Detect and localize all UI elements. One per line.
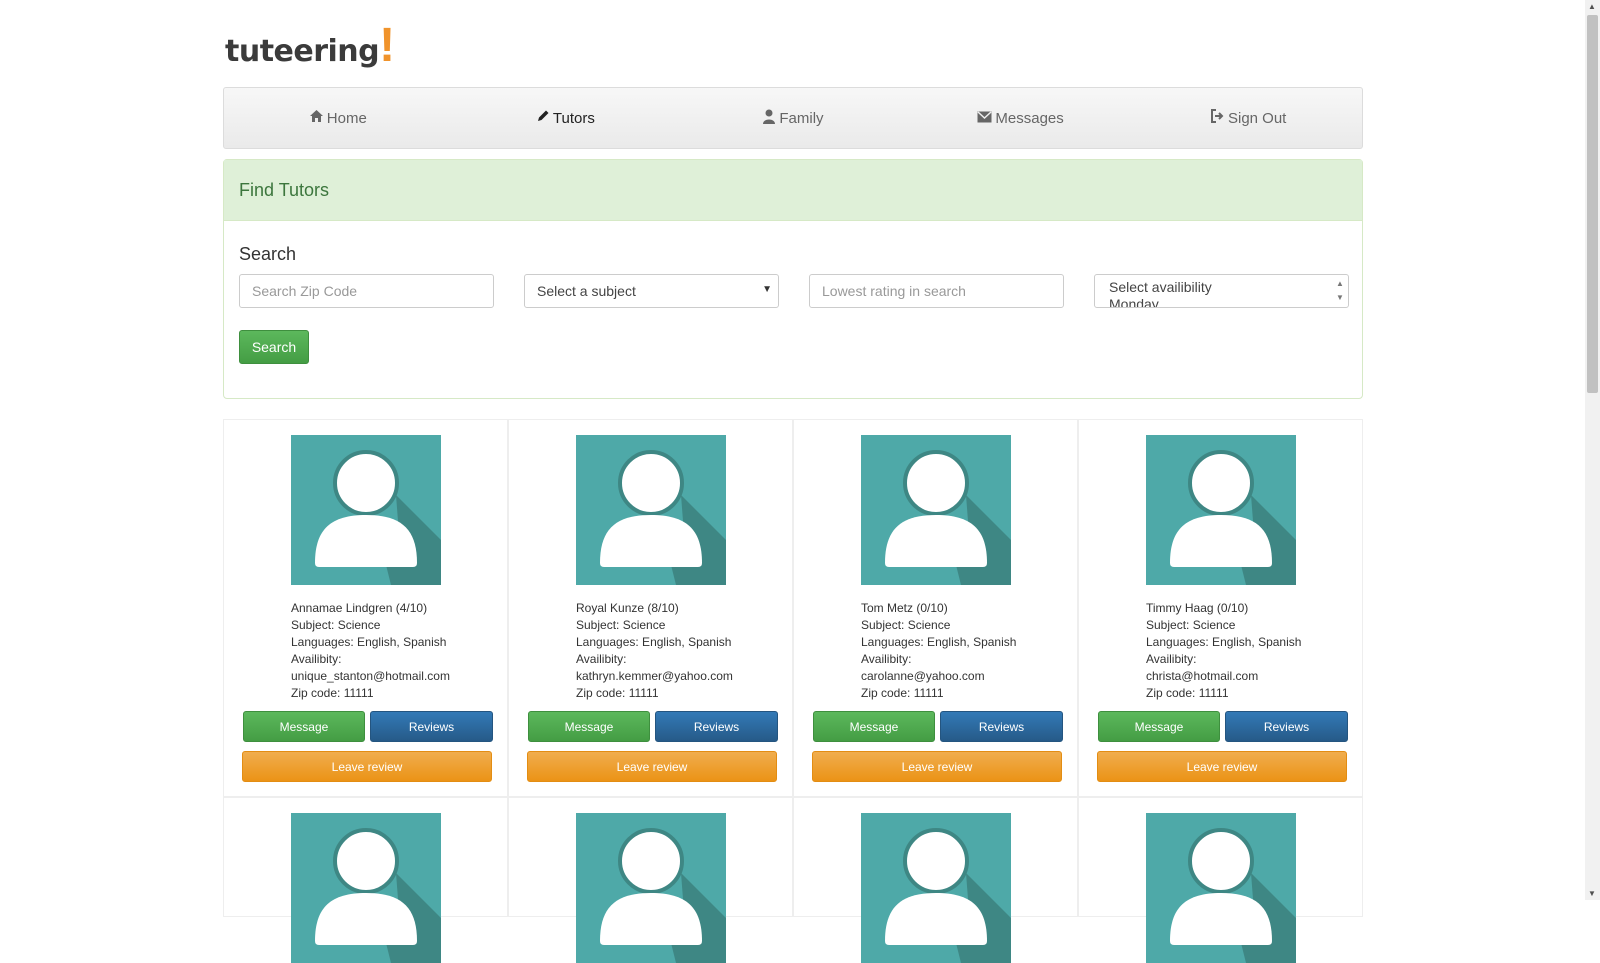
tutor-info: Annamae Lindgren (4/10) Subject: Science… (291, 600, 450, 702)
nav-sign-out[interactable]: Sign Out (1134, 88, 1362, 148)
tutor-languages: Languages: English, Spanish (1146, 635, 1302, 649)
avatar (1146, 813, 1296, 963)
tutor-email: unique_stanton@hotmail.com (291, 669, 450, 683)
logo[interactable]: tuteering! (225, 22, 395, 74)
subject-select-value: Select a subject (537, 283, 636, 299)
sign-out-icon (1210, 109, 1228, 127)
tutor-subject: Subject: Science (576, 618, 666, 632)
reviews-button[interactable]: Reviews (940, 711, 1063, 742)
leave-review-button[interactable]: Leave review (1097, 751, 1347, 782)
logo-mark: ! (379, 19, 396, 72)
vertical-scrollbar[interactable]: ▲ ▼ (1585, 0, 1600, 900)
rating-input[interactable]: Lowest rating in search (809, 274, 1064, 308)
envelope-icon (977, 110, 995, 127)
tutor-availability: Availibity: (1146, 652, 1197, 666)
reviews-button[interactable]: Reviews (655, 711, 778, 742)
subject-select[interactable]: Select a subject ▼ (524, 274, 779, 308)
tutor-name: Timmy Haag (0/10) (1146, 601, 1249, 615)
leave-review-button[interactable]: Leave review (527, 751, 777, 782)
navbar: Home Tutors Family Messages Sign Out (223, 87, 1363, 149)
home-icon (309, 109, 327, 127)
search-heading: Search (239, 244, 297, 264)
message-button[interactable]: Message (528, 711, 650, 742)
availability-option[interactable]: Monday (1109, 296, 1334, 307)
tutor-availability: Availibity: (861, 652, 912, 666)
search-button[interactable]: Search (239, 330, 309, 364)
tutor-zip: Zip code: 11111 (861, 686, 944, 700)
tutor-email: carolanne@yahoo.com (861, 669, 985, 683)
tutor-card (1078, 797, 1363, 963)
zip-code-input[interactable]: Search Zip Code (239, 274, 494, 308)
leave-review-button[interactable]: Leave review (242, 751, 492, 782)
tutor-zip: Zip code: 11111 (1146, 686, 1229, 700)
tutor-card (793, 797, 1078, 963)
tutor-name: Annamae Lindgren (4/10) (291, 601, 428, 615)
avatar (1146, 435, 1296, 585)
scroll-up-icon[interactable]: ▲ (1588, 2, 1596, 11)
avatar (291, 435, 441, 585)
tutor-grid: Annamae Lindgren (4/10) Subject: Science… (223, 419, 1363, 963)
tutor-subject: Subject: Science (291, 618, 381, 632)
message-button[interactable]: Message (1098, 711, 1220, 742)
tutor-card: Royal Kunze (8/10) Subject: Science Lang… (508, 419, 793, 797)
nav-tutors-label: Tutors (552, 109, 595, 127)
availability-option[interactable]: Select availibility (1109, 279, 1334, 296)
tutor-card: Annamae Lindgren (4/10) Subject: Science… (223, 419, 508, 797)
reviews-button[interactable]: Reviews (1225, 711, 1348, 742)
user-icon (762, 109, 779, 128)
message-button[interactable]: Message (813, 711, 935, 742)
tutor-languages: Languages: English, Spanish (576, 635, 732, 649)
tutor-availability: Availibity: (291, 652, 342, 666)
tutor-availability: Availibity: (576, 652, 627, 666)
tutor-card (508, 797, 793, 963)
tutor-name: Tom Metz (0/10) (861, 601, 948, 615)
avatar (291, 813, 441, 963)
chevron-down-icon: ▼ (762, 284, 772, 295)
scrollbar-thumb[interactable] (1587, 15, 1598, 393)
tutor-subject: Subject: Science (1146, 618, 1236, 632)
spinner-arrows-icon[interactable]: ▲ ▼ (1334, 277, 1346, 305)
tutor-card: Tom Metz (0/10) Subject: Science Languag… (793, 419, 1078, 797)
availability-select[interactable]: Select availibility Monday ▲ ▼ (1094, 274, 1349, 308)
logo-text: tuteering (225, 34, 380, 69)
avatar (576, 435, 726, 585)
tutor-card (223, 797, 508, 963)
tutor-languages: Languages: English, Spanish (861, 635, 1017, 649)
reviews-button[interactable]: Reviews (370, 711, 493, 742)
avatar (861, 813, 1011, 963)
nav-home[interactable]: Home (224, 88, 452, 148)
message-button[interactable]: Message (243, 711, 365, 742)
avatar (861, 435, 1011, 585)
pencil-icon (536, 109, 553, 127)
tutor-zip: Zip code: 11111 (291, 686, 374, 700)
nav-family[interactable]: Family (679, 88, 907, 148)
tutor-zip: Zip code: 11111 (576, 686, 659, 700)
nav-sign-out-label: Sign Out (1227, 109, 1287, 127)
scroll-down-icon[interactable]: ▼ (1588, 889, 1596, 898)
tutor-info: Timmy Haag (0/10) Subject: Science Langu… (1146, 600, 1301, 702)
nav-messages-label: Messages (995, 109, 1064, 127)
tutor-card: Timmy Haag (0/10) Subject: Science Langu… (1078, 419, 1363, 797)
nav-home-label: Home (326, 109, 367, 127)
tutor-info: Tom Metz (0/10) Subject: Science Languag… (861, 600, 1016, 702)
tutor-email: kathryn.kemmer@yahoo.com (576, 669, 733, 683)
tutor-subject: Subject: Science (861, 618, 951, 632)
tutor-languages: Languages: English, Spanish (291, 635, 447, 649)
find-tutors-panel: Find Tutors Search Search Zip Code Selec… (223, 159, 1363, 399)
panel-title: Find Tutors (224, 160, 1362, 221)
leave-review-button[interactable]: Leave review (812, 751, 1062, 782)
nav-messages[interactable]: Messages (907, 88, 1135, 148)
tutor-name: Royal Kunze (8/10) (576, 601, 679, 615)
nav-tutors[interactable]: Tutors (452, 88, 680, 148)
nav-family-label: Family (779, 109, 824, 127)
tutor-info: Royal Kunze (8/10) Subject: Science Lang… (576, 600, 733, 702)
tutor-email: christa@hotmail.com (1146, 669, 1259, 683)
avatar (576, 813, 726, 963)
